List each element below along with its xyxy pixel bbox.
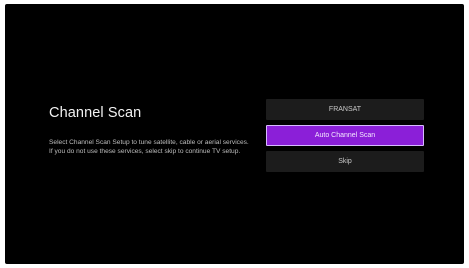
page-description: Select Channel Scan Setup to tune satell… [49,139,249,155]
page-title: Channel Scan [49,105,142,121]
skip-button[interactable]: Skip [266,151,424,172]
auto-channel-scan-button[interactable]: Auto Channel Scan [266,125,424,146]
channel-scan-menu: FRANSAT Auto Channel Scan Skip [266,99,424,177]
info-panel: Channel Scan Select Channel Scan Setup t… [49,104,249,156]
fransat-button[interactable]: FRANSAT [266,99,424,120]
tv-screen: Channel Scan Select Channel Scan Setup t… [5,4,464,264]
